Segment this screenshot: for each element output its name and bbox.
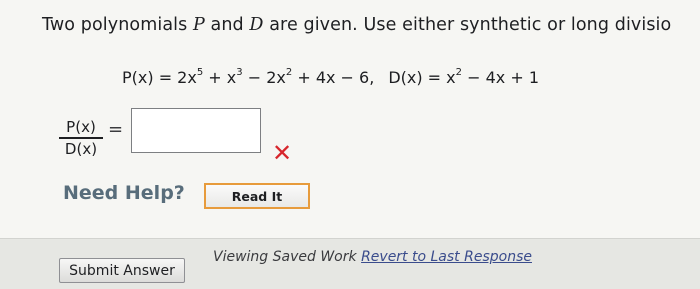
d-definition: D(x) = x2 − 4x + 1 — [388, 66, 539, 87]
need-help-label: Need Help? — [63, 182, 185, 204]
answer-input[interactable] — [131, 108, 261, 153]
polynomial-p-symbol: P — [192, 15, 205, 35]
revert-link[interactable]: Revert to Last Response — [361, 249, 532, 265]
fraction-numerator: P(x) — [66, 118, 96, 136]
quotient-fraction: P(x) D(x) — [58, 117, 104, 159]
saved-work-status: Viewing Saved Work Revert to Last Respon… — [213, 249, 532, 265]
question-panel: Two polynomials P and D are given. Use e… — [0, 0, 700, 239]
p-definition: P(x) = 2x5 + x3 − 2x2 + 4x − 6, — [122, 66, 375, 87]
polynomial-equation: P(x) = 2x5 + x3 − 2x2 + 4x − 6, D(x) = x2… — [122, 66, 539, 87]
fraction-denominator: D(x) — [64, 139, 98, 158]
saved-work-text: Viewing Saved Work — [213, 249, 362, 265]
read-it-button[interactable]: Read It — [204, 183, 310, 209]
equals-sign: = — [108, 119, 124, 140]
submit-answer-button[interactable]: Submit Answer — [59, 258, 185, 283]
polynomial-d-symbol: D — [249, 15, 264, 35]
question-prompt: Two polynomials P and D are given. Use e… — [42, 15, 672, 35]
x-mark-icon: ✕ — [272, 139, 293, 167]
